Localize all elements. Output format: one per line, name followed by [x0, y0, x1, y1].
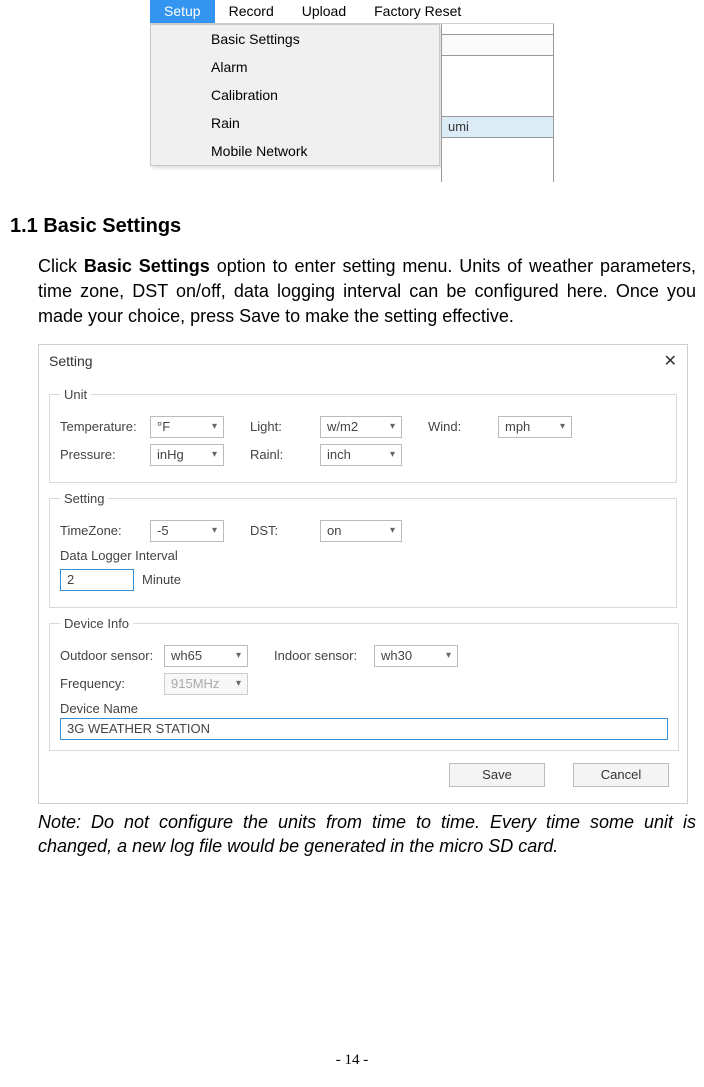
menu-setup[interactable]: Setup: [150, 0, 215, 23]
chevron-down-icon: ▾: [446, 650, 451, 661]
chevron-down-icon: ▾: [390, 449, 395, 460]
chevron-down-icon: ▾: [390, 525, 395, 536]
select-temperature[interactable]: °F▾: [150, 416, 224, 438]
document-body: 1.1 Basic Settings Click Basic Settings …: [10, 215, 696, 858]
menubar: Setup Record Upload Factory Reset: [150, 0, 554, 24]
dropdown-alarm[interactable]: Alarm: [151, 53, 439, 81]
chevron-down-icon: ▾: [212, 449, 217, 460]
chevron-down-icon: ▾: [560, 421, 565, 432]
label-rain: Rainl:: [250, 447, 320, 462]
dropdown-rain[interactable]: Rain: [151, 109, 439, 137]
menu-factory-reset[interactable]: Factory Reset: [360, 0, 475, 23]
cancel-button[interactable]: Cancel: [573, 763, 669, 787]
dropdown-mobile-network[interactable]: Mobile Network: [151, 137, 439, 165]
label-outdoor-sensor: Outdoor sensor:: [60, 648, 164, 663]
para-pre: Click: [38, 256, 84, 276]
legend-unit: Unit: [60, 387, 91, 402]
select-frequency: 915MHz▾: [164, 673, 248, 695]
select-indoor-sensor[interactable]: wh30▾: [374, 645, 458, 667]
label-interval: Data Logger Interval: [60, 548, 666, 563]
dialog-titlebar: Setting ✕: [39, 345, 687, 377]
menu-screenshot: Setup Record Upload Factory Reset Basic …: [150, 0, 554, 166]
label-frequency: Frequency:: [60, 676, 164, 691]
para-bold: Basic Settings: [84, 256, 210, 276]
chevron-down-icon: ▾: [236, 650, 241, 661]
label-pressure: Pressure:: [60, 447, 150, 462]
label-temperature: Temperature:: [60, 419, 150, 434]
select-light[interactable]: w/m2▾: [320, 416, 402, 438]
input-device-name[interactable]: 3G WEATHER STATION: [60, 718, 668, 740]
label-light: Light:: [250, 419, 320, 434]
dialog-title: Setting: [49, 353, 93, 369]
strip-selected-row: umi: [442, 116, 553, 138]
chevron-down-icon: ▾: [212, 421, 217, 432]
input-interval[interactable]: 2: [60, 569, 134, 591]
legend-setting: Setting: [60, 491, 108, 506]
settings-dialog: Setting ✕ Unit Temperature: °F▾ Light: w…: [38, 344, 688, 804]
select-dst[interactable]: on▾: [320, 520, 402, 542]
close-icon[interactable]: ✕: [664, 351, 677, 371]
legend-device: Device Info: [60, 616, 133, 631]
select-outdoor-sensor[interactable]: wh65▾: [164, 645, 248, 667]
group-unit: Unit Temperature: °F▾ Light: w/m2▾ Wind:…: [49, 387, 677, 483]
label-wind: Wind:: [428, 419, 498, 434]
dialog-body: Unit Temperature: °F▾ Light: w/m2▾ Wind:…: [39, 377, 687, 803]
label-dst: DST:: [250, 523, 320, 538]
select-wind[interactable]: mph▾: [498, 416, 572, 438]
menu-upload[interactable]: Upload: [288, 0, 360, 23]
dropdown-basic-settings[interactable]: Basic Settings: [151, 25, 439, 53]
label-interval-unit: Minute: [142, 572, 181, 587]
label-device-name: Device Name: [60, 701, 668, 716]
strip-row: [442, 34, 553, 56]
label-timezone: TimeZone:: [60, 523, 150, 538]
setup-dropdown: Basic Settings Alarm Calibration Rain Mo…: [150, 24, 440, 166]
save-button[interactable]: Save: [449, 763, 545, 787]
group-device: Device Info Outdoor sensor: wh65▾ Indoor…: [49, 616, 679, 751]
background-strip: umi: [441, 24, 554, 182]
chevron-down-icon: ▾: [212, 525, 217, 536]
select-timezone[interactable]: -5▾: [150, 520, 224, 542]
group-setting: Setting TimeZone: -5▾ DST: on▾ Data Logg…: [49, 491, 677, 608]
select-rain[interactable]: inch▾: [320, 444, 402, 466]
select-pressure[interactable]: inHg▾: [150, 444, 224, 466]
note-paragraph: Note: Do not configure the units from ti…: [10, 810, 696, 859]
label-indoor-sensor: Indoor sensor:: [274, 648, 374, 663]
dialog-button-row: Save Cancel: [49, 759, 677, 793]
section-heading: 1.1 Basic Settings: [10, 215, 696, 238]
intro-paragraph: Click Basic Settings option to enter set…: [10, 254, 696, 330]
menu-record[interactable]: Record: [215, 0, 288, 23]
page-number: - 14 -: [0, 1052, 704, 1069]
chevron-down-icon: ▾: [390, 421, 395, 432]
dropdown-calibration[interactable]: Calibration: [151, 81, 439, 109]
chevron-down-icon: ▾: [236, 678, 241, 689]
